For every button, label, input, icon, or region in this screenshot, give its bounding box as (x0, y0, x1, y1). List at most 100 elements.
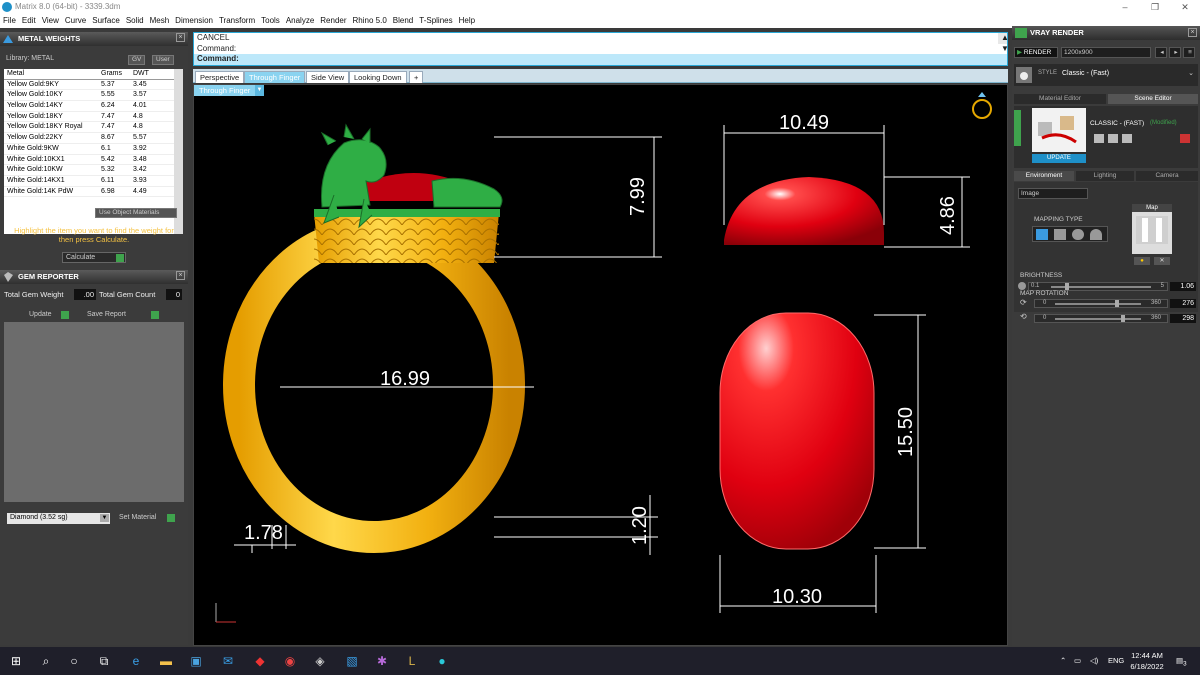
tab-lighting[interactable]: Lighting (1076, 171, 1134, 181)
command-scrollbar[interactable]: ▲ ▼ (998, 33, 1009, 53)
map-load-icon[interactable]: ● (1134, 257, 1150, 265)
col-dwt[interactable]: DWT (131, 69, 171, 79)
table-row[interactable]: Yellow Gold:22KY 8.67 5.57 (4, 133, 174, 144)
chrome-icon[interactable]: ◉ (282, 653, 298, 669)
app-red-icon[interactable]: ◆ (252, 653, 268, 669)
table-row[interactable]: Yellow Gold:9KY 5.37 3.45 (4, 80, 174, 91)
user-button[interactable]: User (152, 55, 174, 65)
language-indicator[interactable]: ENG (1108, 647, 1124, 675)
menu-help[interactable]: Help (459, 14, 475, 28)
metal-weights-close-icon[interactable]: × (176, 33, 185, 42)
menu-file[interactable]: File (3, 14, 16, 28)
through-finger-viewport[interactable]: 16.99 10.49 7.99 4.86 15.50 10.30 1.78 1… (193, 84, 1008, 646)
menu-surface[interactable]: Surface (92, 14, 120, 28)
menu-tsplines[interactable]: T-Splines (419, 14, 452, 28)
menu-dimension[interactable]: Dimension (175, 14, 213, 28)
search-icon[interactable]: ⌕ (38, 653, 54, 669)
save-report-button[interactable]: Save Report (84, 310, 160, 321)
rotation2-value[interactable]: 298 (1170, 314, 1196, 323)
menu-edit[interactable]: Edit (22, 14, 36, 28)
menu-blend[interactable]: Blend (393, 14, 413, 28)
settings-icon[interactable]: ≡ (1183, 47, 1195, 58)
slack-icon[interactable]: ✱ (374, 653, 390, 669)
set-material-button[interactable]: Set Material (116, 513, 176, 524)
preset-expand-handle[interactable] (1014, 110, 1021, 146)
menu-transform[interactable]: Transform (219, 14, 255, 28)
network-icon[interactable]: ▭ (1074, 647, 1081, 675)
gv-button[interactable]: GV (128, 55, 146, 65)
gem-reporter-close-icon[interactable]: × (176, 271, 185, 280)
table-row[interactable]: Yellow Gold:18KY Royal 7.47 4.8 (4, 122, 174, 134)
map-clear-icon[interactable]: ✕ (1154, 257, 1170, 265)
tab-looking-down[interactable]: Looking Down (349, 71, 407, 83)
command-history[interactable]: CANCEL Command: Command: ▲ ▼ (193, 32, 1009, 66)
copy-icon[interactable] (1108, 134, 1118, 143)
mapping-flat-icon[interactable] (1036, 229, 1048, 240)
mapping-box-icon[interactable] (1054, 229, 1066, 240)
next-icon[interactable]: ▸ (1169, 47, 1181, 58)
table-row[interactable]: Yellow Gold:18KY 7.47 4.8 (4, 112, 174, 123)
clock[interactable]: 12:44 AM 6/18/2022 (1130, 650, 1164, 672)
mail-icon[interactable]: ✉ (220, 653, 236, 669)
file-explorer-icon[interactable]: ▬ (158, 653, 174, 669)
tray-chevron-icon[interactable]: ⌃ (1060, 647, 1066, 675)
rotation-slider-2[interactable]: 0 360 (1034, 314, 1168, 323)
menu-view[interactable]: View (42, 14, 59, 28)
save-icon[interactable] (1094, 134, 1104, 143)
mapping-sphere-icon[interactable] (1072, 229, 1084, 240)
menu-rhino[interactable]: Rhino 5.0 (353, 14, 387, 28)
table-row[interactable]: White Gold:14K PdW 6.98 4.49 (4, 187, 174, 198)
edge-icon[interactable]: e (128, 653, 144, 669)
rotation1-value[interactable]: 276 (1170, 299, 1196, 308)
preset-thumbnail[interactable] (1032, 108, 1086, 152)
menu-mesh[interactable]: Mesh (150, 14, 170, 28)
table-row[interactable]: White Gold:10KX1 5.42 3.48 (4, 155, 174, 166)
calculate-button[interactable]: Calculate (62, 252, 126, 263)
rhino-icon[interactable]: ◈ (312, 653, 328, 669)
environment-type-select[interactable]: Image (1018, 188, 1088, 199)
command-prompt[interactable]: Command: (194, 54, 1007, 65)
cortana-icon[interactable]: ○ (66, 653, 82, 669)
minimize-button[interactable]: – (1110, 0, 1140, 14)
resolution-field[interactable]: 1200x900 (1061, 47, 1151, 58)
tab-side-view[interactable]: Side View (306, 71, 350, 83)
matrix-taskbar-icon[interactable]: ● (434, 653, 450, 669)
close-button[interactable]: ✕ (1170, 0, 1200, 14)
brightness-knob[interactable] (1065, 283, 1069, 290)
table-row[interactable]: Yellow Gold:10KY 5.55 3.57 (4, 90, 174, 102)
tab-scene-editor[interactable]: Scene Editor (1108, 94, 1198, 104)
store-icon[interactable]: ▣ (188, 653, 204, 669)
league-icon[interactable]: L (404, 653, 420, 669)
delete-icon[interactable] (1122, 134, 1132, 143)
rotation2-knob[interactable] (1121, 315, 1125, 322)
table-row[interactable]: White Gold:10KW 5.32 3.42 (4, 165, 174, 176)
tab-camera[interactable]: Camera (1136, 171, 1198, 181)
map-preview[interactable]: Map (1132, 204, 1172, 254)
tab-through-finger[interactable]: Through Finger (244, 71, 306, 83)
ring-view-icon[interactable] (972, 92, 992, 119)
menu-render[interactable]: Render (320, 14, 346, 28)
rotation-slider-1[interactable]: 0 360 (1034, 299, 1168, 308)
notifications-icon[interactable]: ▤3 (1176, 647, 1187, 675)
table-row[interactable]: White Gold:14KX1 6.11 3.93 (4, 176, 174, 187)
menu-curve[interactable]: Curve (65, 14, 86, 28)
use-object-materials-button[interactable]: Use Object Materials (95, 208, 177, 218)
style-row[interactable]: STYLE Classic - (Fast) ⌄ (1014, 64, 1198, 86)
rotation1-knob[interactable] (1115, 300, 1119, 307)
prev-icon[interactable]: ◂ (1155, 47, 1167, 58)
tab-perspective[interactable]: Perspective (195, 71, 245, 83)
menu-solid[interactable]: Solid (126, 14, 144, 28)
volume-icon[interactable]: ◁) (1090, 647, 1098, 675)
brightness-value[interactable]: 1.06 (1170, 282, 1196, 291)
render-button[interactable]: ▶ RENDER (1014, 47, 1058, 58)
tab-environment[interactable]: Environment (1014, 171, 1074, 181)
task-view-icon[interactable]: ⧉ (96, 653, 112, 669)
tab-material-editor[interactable]: Material Editor (1014, 94, 1106, 104)
windows-start-icon[interactable]: ⊞ (8, 653, 24, 669)
menu-analyze[interactable]: Analyze (286, 14, 314, 28)
mapping-dome-icon[interactable] (1090, 229, 1102, 240)
preset-update-button[interactable]: UPDATE (1032, 154, 1086, 163)
col-metal[interactable]: Metal (4, 69, 99, 79)
reset-icon[interactable] (1180, 134, 1190, 143)
table-row[interactable]: White Gold:9KW 6.1 3.92 (4, 144, 174, 155)
